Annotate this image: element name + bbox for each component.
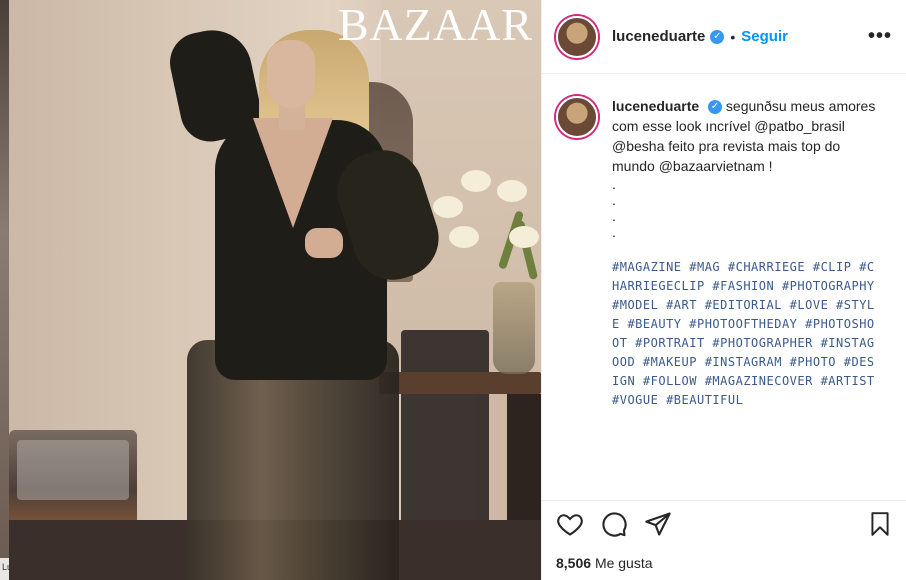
verified-badge-icon: ✓	[708, 100, 723, 115]
likes-count[interactable]: 8,506 Me gusta	[556, 555, 893, 571]
lily-flower	[449, 226, 479, 248]
likes-label: Me gusta	[594, 555, 653, 571]
comment-icon[interactable]	[600, 510, 628, 543]
caption-dots: . . . .	[612, 176, 882, 240]
post-image[interactable]: BAZAAR	[9, 0, 541, 580]
lily-flower	[461, 170, 491, 192]
dining-table	[379, 372, 541, 394]
bookmark-icon[interactable]	[867, 510, 893, 543]
follow-button[interactable]: Seguir	[741, 28, 788, 45]
caption-dot: .	[612, 176, 616, 192]
avatar[interactable]	[556, 15, 598, 58]
caption: luceneduarte ✓ segunðsu meus amores com …	[612, 96, 882, 410]
model-face	[267, 40, 315, 108]
hashtag-links[interactable]: #MAGAZINE #MAG #CHARRIEGE #CLIP #CHARRIE…	[612, 258, 882, 410]
separator-dot: •	[730, 28, 736, 45]
caption-dot: .	[612, 192, 616, 208]
avatar[interactable]	[556, 96, 598, 138]
magazine-logo: BAZAAR	[337, 0, 533, 50]
post-details-panel: luceneduarte ✓ • Seguir ••• luceneduarte…	[541, 0, 906, 580]
hand-on-hip	[305, 228, 343, 258]
neckline	[253, 118, 333, 228]
caption-dot: .	[612, 208, 616, 224]
adjacent-post-strip[interactable]: LuEs/	[0, 0, 33, 580]
likes-number: 8,506	[556, 555, 592, 571]
lily-flower	[509, 226, 539, 248]
verified-badge-icon: ✓	[710, 29, 725, 44]
action-bar: 8,506 Me gusta	[542, 500, 906, 580]
caption-dot: .	[612, 224, 616, 240]
paper-plane-icon[interactable]	[644, 510, 672, 543]
post-header: luceneduarte ✓ • Seguir •••	[542, 0, 906, 74]
lily-flower	[433, 196, 463, 218]
username-link[interactable]: luceneduarte	[612, 28, 705, 45]
caption-section: luceneduarte ✓ segunðsu meus amores com …	[542, 74, 906, 410]
action-icons	[556, 511, 893, 541]
glass-vase	[493, 282, 535, 374]
heart-icon[interactable]	[556, 510, 584, 543]
more-options-icon[interactable]: •••	[868, 25, 892, 48]
caption-username[interactable]: luceneduarte	[612, 98, 699, 114]
lily-flower	[497, 180, 527, 202]
